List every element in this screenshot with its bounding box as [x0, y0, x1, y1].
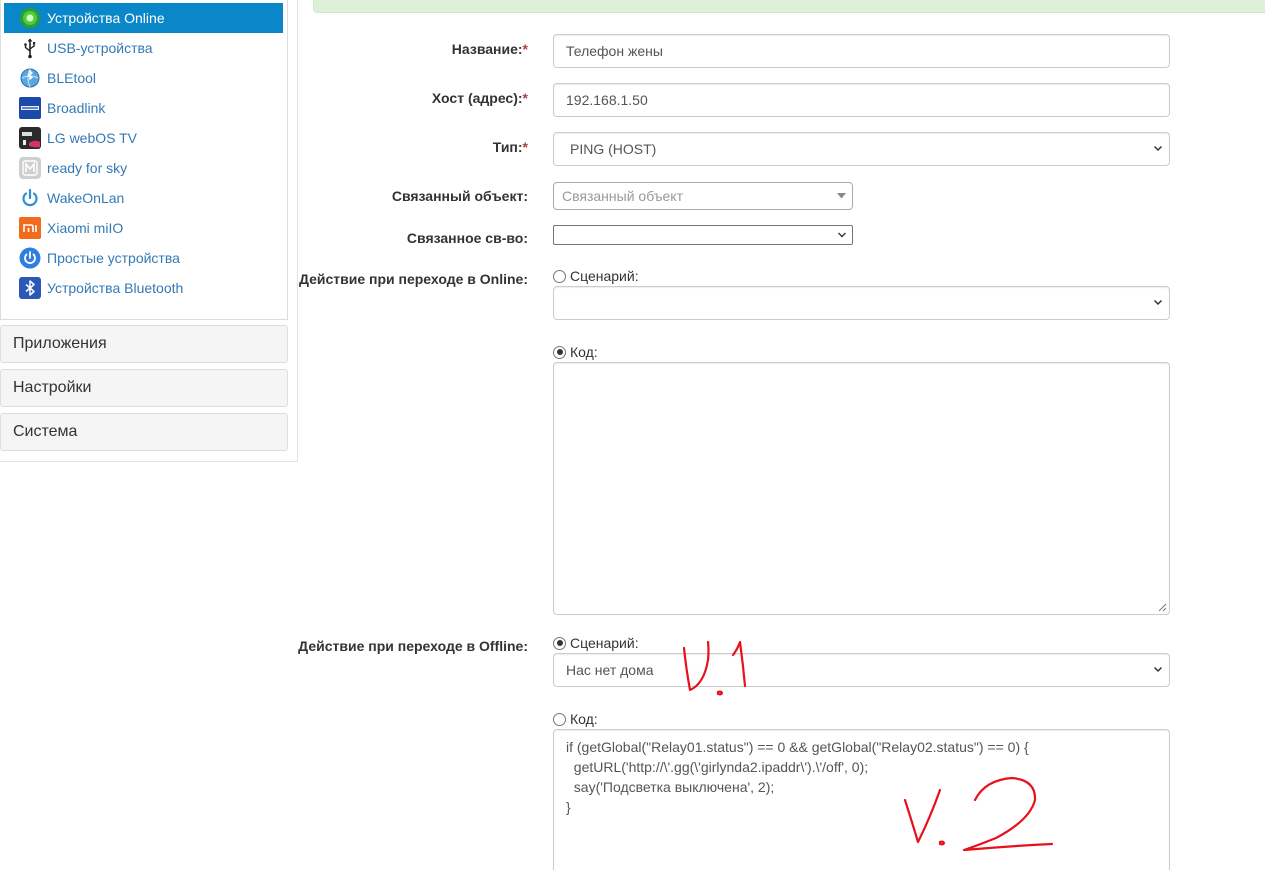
- resize-grip-icon[interactable]: [1158, 603, 1167, 612]
- host-input-value: 192.168.1.50: [566, 92, 648, 108]
- chevron-down-icon: [1153, 299, 1163, 306]
- panel-label: Настройки: [13, 379, 92, 396]
- offline-scenario-select[interactable]: Нас нет дома: [553, 653, 1170, 687]
- type-label: Тип:*: [492, 139, 528, 155]
- bluetooth-icon: [18, 276, 42, 300]
- sidebar-item-wakeonlan[interactable]: WakeOnLan: [4, 183, 283, 213]
- radio-checked-icon: [553, 636, 566, 650]
- sidebar-item-label: LG webOS TV: [47, 130, 138, 146]
- offline-scenario-radio[interactable]: Сценарий:: [553, 635, 639, 651]
- offline-action-label: Действие при переходе в Offline:: [298, 638, 528, 654]
- chevron-down-icon: [1153, 145, 1163, 152]
- sidebar-item-broadlink[interactable]: Broadlink: [4, 93, 283, 123]
- online-scenario-radio-label: Сценарий:: [570, 268, 639, 284]
- online-code-radio[interactable]: Код:: [553, 344, 598, 360]
- online-code-textarea[interactable]: [553, 362, 1170, 615]
- broadlink-icon: [18, 96, 42, 120]
- sidebar-item-simple-devices[interactable]: Простые устройства: [4, 243, 283, 273]
- sidebar-item-usb[interactable]: USB-устройства: [4, 33, 283, 63]
- devices-submenu: Устройства Online USB-устройства BLEtool…: [0, 0, 288, 320]
- linked-property-select[interactable]: [553, 225, 853, 245]
- sidebar-item-bletool[interactable]: BLEtool: [4, 63, 283, 93]
- sidebar-item-lg-webos[interactable]: LG webOS TV: [4, 123, 283, 153]
- online-action-label: Действие при переходе в Online:: [298, 271, 528, 287]
- offline-code-radio-label: Код:: [570, 711, 598, 727]
- power-round-icon: [18, 246, 42, 270]
- chevron-down-icon: [1153, 666, 1163, 673]
- chevron-down-icon: [838, 232, 846, 238]
- panel-label: Система: [13, 423, 78, 440]
- panel-system[interactable]: Система: [0, 413, 288, 451]
- name-label: Название:*: [451, 41, 528, 57]
- linked-property-label: Связанное св-во:: [406, 230, 528, 246]
- sidebar-item-ready-for-sky[interactable]: ready for sky: [4, 153, 283, 183]
- type-select-value: PING (HOST): [570, 141, 657, 157]
- sidebar-item-bluetooth-devices[interactable]: Устройства Bluetooth: [4, 273, 283, 303]
- sidebar-item-label: Broadlink: [47, 100, 106, 116]
- sidebar-item-label: Xiaomi miIO: [47, 220, 124, 236]
- panel-settings[interactable]: Настройки: [0, 369, 288, 407]
- offline-code-radio[interactable]: Код:: [553, 711, 598, 727]
- sidebar-item-label: USB-устройства: [47, 40, 153, 56]
- sidebar-item-label: Устройства Bluetooth: [47, 280, 184, 296]
- panel-applications[interactable]: Приложения: [0, 325, 288, 363]
- offline-code-textarea[interactable]: if (getGlobal("Relay01.status") == 0 && …: [553, 729, 1170, 870]
- online-scenario-radio[interactable]: Сценарий:: [553, 268, 639, 284]
- online-code-radio-label: Код:: [570, 344, 598, 360]
- online-scenario-select[interactable]: [553, 286, 1170, 320]
- offline-scenario-radio-label: Сценарий:: [570, 635, 639, 651]
- type-select[interactable]: PING (HOST): [553, 132, 1170, 166]
- power-icon: [18, 186, 42, 210]
- name-input-value: Телефон жены: [566, 43, 663, 59]
- linked-object-select[interactable]: Связанный объект: [553, 182, 853, 210]
- xiaomi-icon: [18, 216, 42, 240]
- success-alert-strip: [313, 0, 1265, 13]
- lg-tv-icon: [18, 126, 42, 150]
- usb-icon: [18, 36, 42, 60]
- sidebar-item-label: Простые устройства: [47, 250, 180, 266]
- caret-down-icon: [837, 193, 846, 199]
- sidebar-item-label: Устройства Online: [47, 10, 165, 26]
- radio-checked-icon: [553, 345, 566, 359]
- sidebar-item-label: ready for sky: [47, 160, 128, 176]
- panel-label: Приложения: [13, 335, 107, 352]
- radio-unchecked-icon: [553, 712, 566, 726]
- green-circle-icon: [18, 6, 42, 30]
- radio-unchecked-icon: [553, 269, 566, 283]
- host-label: Хост (адрес):*: [431, 90, 528, 106]
- sidebar-item-label: BLEtool: [47, 70, 97, 86]
- sidebar-item-devices-online[interactable]: Устройства Online: [4, 3, 283, 33]
- offline-scenario-value: Нас нет дома: [566, 662, 654, 678]
- sidebar: Устройства Online USB-устройства BLEtool…: [0, 0, 298, 462]
- sidebar-item-xiaomi[interactable]: Xiaomi miIO: [4, 213, 283, 243]
- sidebar-item-label: WakeOnLan: [47, 190, 125, 206]
- name-input[interactable]: Телефон жены: [553, 34, 1170, 68]
- host-input[interactable]: 192.168.1.50: [553, 83, 1170, 117]
- sky-m-icon: [18, 156, 42, 180]
- linked-object-placeholder: Связанный объект: [562, 188, 683, 204]
- bluetooth-globe-icon: [18, 66, 42, 90]
- offline-code-text: if (getGlobal("Relay01.status") == 0 && …: [566, 739, 1029, 815]
- linked-object-label: Связанный объект:: [391, 188, 528, 204]
